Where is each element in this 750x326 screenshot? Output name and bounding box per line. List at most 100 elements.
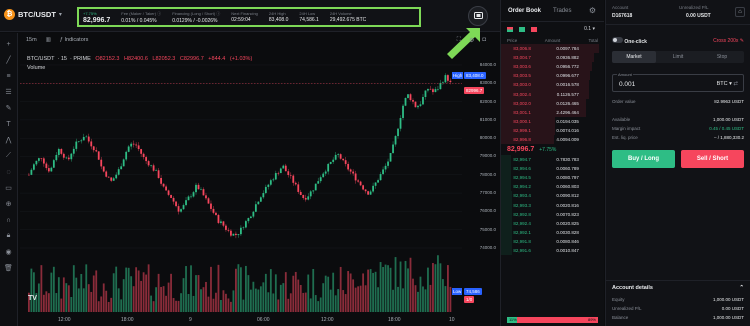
candle-type-icon[interactable]: ▥ xyxy=(46,37,51,43)
bid-price: 82,992.4 xyxy=(513,220,531,226)
bid-row[interactable]: 82,994.2 0.006 0.803 xyxy=(501,182,604,192)
indicators-button[interactable]: ƒ Indicators xyxy=(60,37,88,43)
sell-short-button[interactable]: Sell / Short xyxy=(681,150,744,168)
low-label: Low xyxy=(452,288,463,295)
ask-amount: 4.009 xyxy=(556,136,568,142)
precision-select[interactable]: 0.1 ▾ xyxy=(584,26,595,32)
ask-row[interactable]: 83,002.4 0.112 6.577 xyxy=(501,89,604,99)
candle-body xyxy=(349,169,352,172)
volume-bar xyxy=(132,286,135,312)
eye-icon[interactable]: ◉ xyxy=(4,247,14,257)
amount-currency: BTC xyxy=(716,81,728,87)
bid-row[interactable]: 82,992.4 0.002 0.825 xyxy=(501,218,604,228)
book-asks-icon[interactable] xyxy=(531,26,537,32)
trash-icon[interactable]: 🗑︎ xyxy=(4,263,14,273)
account-menu-icon[interactable]: ⌂ xyxy=(735,7,745,17)
ask-price: 83,006.8 xyxy=(513,46,531,52)
volume-bar xyxy=(187,294,190,312)
candle-body xyxy=(125,151,128,160)
bid-row[interactable]: 82,991.6 0.001 0.847 xyxy=(501,245,604,256)
ask-row[interactable]: 83,003.0 0.001 6.578 xyxy=(501,80,604,90)
ask-row[interactable]: 83,003.5 0.099 6.677 xyxy=(501,71,604,81)
lock-icon[interactable]: 🔒︎ xyxy=(4,231,14,241)
bid-price: 82,991.8 xyxy=(513,238,531,244)
one-click-toggle[interactable]: One-click xyxy=(612,37,647,45)
fib-icon[interactable]: ☰ xyxy=(4,87,14,97)
ask-price: 83,004.7 xyxy=(513,55,531,61)
amount-currency-select[interactable]: BTC ▾ ⇄ xyxy=(717,81,738,87)
tab-limit[interactable]: Limit xyxy=(656,51,700,63)
snapshot-button[interactable] xyxy=(468,6,488,26)
pattern-icon[interactable]: ⋀ xyxy=(4,135,14,145)
ask-row[interactable]: 83,000.1 0.019 4.035 xyxy=(501,116,604,126)
buy-long-button[interactable]: Buy / Long xyxy=(612,150,675,168)
candle-body xyxy=(112,178,115,181)
book-bids-icon[interactable] xyxy=(519,26,525,32)
measure-icon[interactable]: ⟋ xyxy=(4,151,14,161)
ask-total: 6.882 xyxy=(567,55,579,61)
tab-trades[interactable]: Trades xyxy=(553,8,571,14)
bid-row[interactable]: 82,992.1 0.003 0.828 xyxy=(501,227,604,237)
horizontal-line-icon[interactable]: ≡ xyxy=(4,71,14,81)
ask-row[interactable]: 83,002.0 0.012 6.465 xyxy=(501,98,604,108)
bid-row[interactable]: 82,992.8 0.007 0.823 xyxy=(501,209,604,219)
ask-price: 83,002.0 xyxy=(513,100,531,106)
volume-bar xyxy=(319,297,322,312)
bid-row[interactable]: 82,993.3 0.002 0.816 xyxy=(501,200,604,210)
collapse-icon[interactable]: ⌃ xyxy=(739,285,744,291)
time-axis[interactable]: 12:00 18:00 9 06:00 12:00 18:00 10 xyxy=(20,314,462,326)
camera-icon[interactable]: ◘ xyxy=(482,37,486,44)
price-axis[interactable]: 84000.0 83000.0 82000.0 81000.0 80000.0 79000… xyxy=(452,48,500,314)
candle-body xyxy=(205,195,207,199)
account-key: Equity xyxy=(612,297,625,302)
bid-row[interactable]: 82,994.7 0.783 0.783 xyxy=(501,155,604,165)
price-chart[interactable] xyxy=(20,48,462,314)
settings-icon[interactable]: ⚙ xyxy=(469,37,474,44)
ask-row[interactable]: 83,006.8 0.009 7.784 xyxy=(501,44,604,54)
leverage-button[interactable]: Cross 200x ✎ xyxy=(713,38,744,44)
volume-bar xyxy=(312,268,315,312)
amount-value[interactable]: 0.001 xyxy=(619,81,635,88)
crosshair-icon[interactable]: + xyxy=(4,39,14,49)
bid-row[interactable]: 82,994.6 0.006 0.789 xyxy=(501,164,604,174)
stat-value: 83,408.0 xyxy=(268,17,289,23)
tab-market[interactable]: Market xyxy=(612,51,656,63)
ask-amount: 0.019 xyxy=(556,118,568,124)
candle-body xyxy=(434,89,437,93)
bid-row[interactable]: 82,993.4 0.009 0.812 xyxy=(501,191,604,201)
magnet-icon[interactable]: ∩ xyxy=(4,215,14,225)
bid-amount: 0.008 xyxy=(556,238,568,244)
fullscreen-icon[interactable]: ⛶ xyxy=(457,37,461,44)
ask-row[interactable]: 82,996.8 4.009 4.009 xyxy=(501,134,604,145)
candle-body xyxy=(369,191,372,195)
ask-amount: 0.012 xyxy=(556,100,568,106)
pair-selector[interactable]: ₿ BTC/USDT ▾ xyxy=(4,9,62,20)
shapes-icon[interactable]: ◌ xyxy=(4,167,14,177)
ruler-icon[interactable]: ▭ xyxy=(4,183,14,193)
account-id[interactable]: D167618 xyxy=(612,13,632,19)
volume-bar xyxy=(67,285,70,312)
trendline-icon[interactable]: ╱ xyxy=(4,55,14,65)
interval-button[interactable]: 15m xyxy=(26,37,37,43)
candle-body xyxy=(449,80,452,83)
bid-row[interactable]: 82,991.8 0.008 0.846 xyxy=(501,236,604,246)
amount-input[interactable]: Amount 0.001 BTC ▾ ⇄ xyxy=(612,72,744,92)
candle-body xyxy=(352,171,355,174)
text-icon[interactable]: T xyxy=(4,119,14,129)
tab-stop[interactable]: Stop xyxy=(700,51,744,63)
volume-bar xyxy=(95,270,98,312)
ask-row[interactable]: 82,999.1 0.007 4.016 xyxy=(501,125,604,135)
candle-body xyxy=(147,161,150,166)
bid-row[interactable]: 82,994.5 0.008 0.797 xyxy=(501,173,604,183)
tab-order-book[interactable]: Order Book xyxy=(508,8,541,14)
zoom-icon[interactable]: ⊕ xyxy=(4,199,14,209)
gear-icon[interactable]: ⚙ xyxy=(589,6,596,15)
candle-body xyxy=(172,197,175,202)
brush-icon[interactable]: ✎ xyxy=(4,103,14,113)
high-label: High xyxy=(452,72,464,80)
ask-row[interactable]: 83,004.7 0.093 6.882 xyxy=(501,53,604,63)
ask-row[interactable]: 83,001.1 2.429 6.464 xyxy=(501,107,604,117)
ask-row[interactable]: 83,003.6 0.095 6.772 xyxy=(501,62,604,72)
book-both-icon[interactable] xyxy=(507,26,513,32)
candle-body xyxy=(329,161,332,164)
